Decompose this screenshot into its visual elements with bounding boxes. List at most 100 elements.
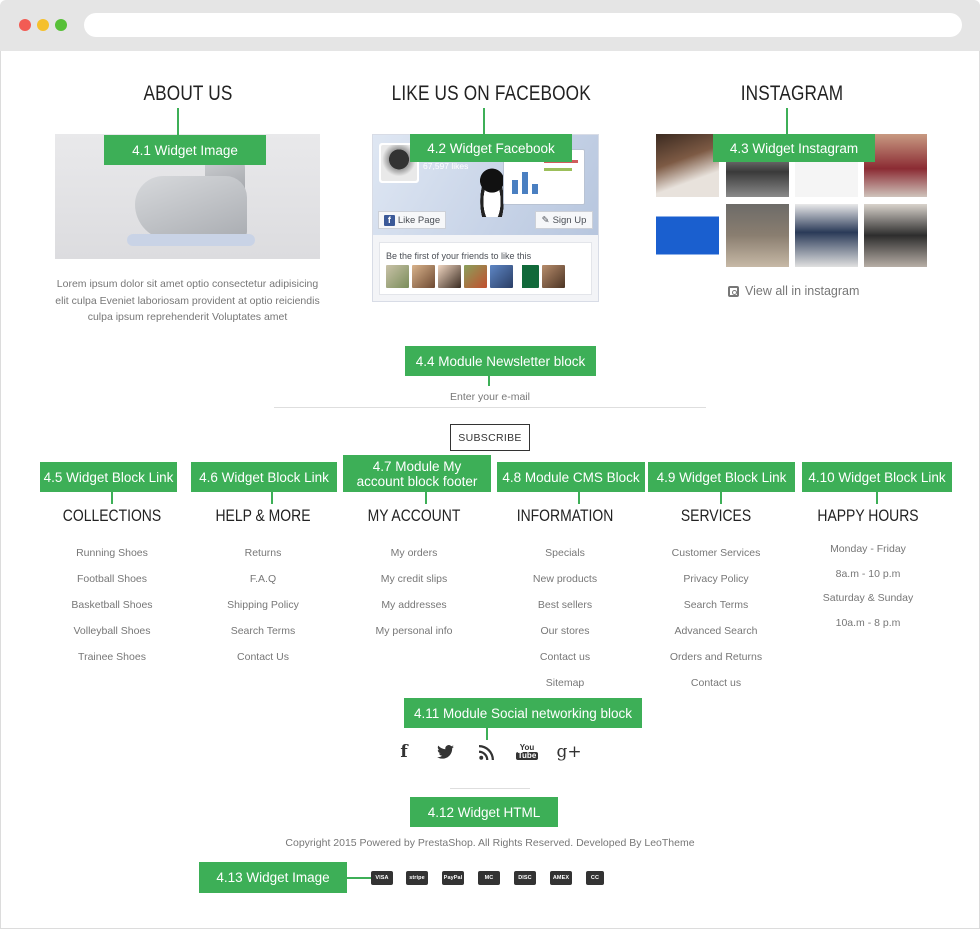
friend-avatar[interactable] [438, 265, 461, 288]
annotation-tag-4-2: 4.2 Widget Facebook [410, 134, 572, 162]
maximize-window-button[interactable] [55, 19, 67, 31]
instagram-view-all-label: View all in instagram [745, 284, 860, 298]
facebook-signup-button[interactable]: ✎ Sign Up [535, 211, 593, 229]
footer-link[interactable]: Search Terms [187, 618, 339, 644]
footer-column-my-account: MY ACCOUNT My orders My credit slips My … [338, 506, 490, 644]
annotation-connector [177, 108, 179, 136]
discover-icon: DISC [514, 871, 536, 885]
friend-avatar[interactable] [386, 265, 409, 288]
friend-avatar[interactable] [464, 265, 487, 288]
facebook-icon[interactable]: f [394, 740, 414, 764]
annotation-tag-4-3: 4.3 Widget Instagram [713, 134, 875, 162]
annotation-connector [786, 108, 788, 135]
twitter-icon[interactable] [434, 740, 456, 764]
friend-avatar[interactable] [412, 265, 435, 288]
column-heading: COLLECTIONS [62, 506, 162, 525]
footer-link[interactable]: Search Terms [640, 592, 792, 618]
column-heading: HELP & MORE [215, 506, 311, 525]
column-heading: HAPPY HOURS [817, 506, 919, 525]
facebook-friends-box: Be the first of your friends to like thi… [379, 242, 592, 295]
visa-icon: VISA [371, 871, 393, 885]
footer-link[interactable]: Our stores [489, 618, 641, 644]
footer-link[interactable]: Best sellers [489, 592, 641, 618]
instagram-photo[interactable] [656, 134, 719, 197]
hours-text: 10a.m - 8 p.m [835, 616, 901, 629]
annotation-tag-4-1: 4.1 Widget Image [104, 135, 266, 165]
footer-link[interactable]: Trainee Shoes [36, 644, 188, 670]
footer-column-happy-hours: HAPPY HOURS Monday - Friday 8a.m - 10 p.… [792, 502, 944, 635]
footer-link[interactable]: Advanced Search [640, 618, 792, 644]
instagram-heading: INSTAGRAM [740, 82, 844, 105]
instagram-photo[interactable] [795, 204, 858, 267]
footer-link[interactable]: Privacy Policy [640, 566, 792, 592]
footer-link[interactable]: My personal info [338, 618, 490, 644]
annotation-tag-4-10: 4.10 Widget Block Link [802, 462, 952, 492]
footer-link[interactable]: My orders [338, 540, 490, 566]
footer-link[interactable]: My addresses [338, 592, 490, 618]
annotation-connector [720, 492, 722, 504]
footer-link[interactable]: Running Shoes [36, 540, 188, 566]
rss-icon[interactable] [476, 740, 496, 764]
footer-link[interactable]: Basketball Shoes [36, 592, 188, 618]
annotation-connector [425, 492, 427, 504]
close-window-button[interactable] [19, 19, 31, 31]
hours-text: 8a.m - 10 p.m [835, 567, 901, 580]
friend-avatar[interactable] [516, 265, 539, 288]
facebook-signup-label: Sign Up [552, 214, 587, 226]
instagram-photo[interactable] [726, 204, 789, 267]
annotation-tag-4-11: 4.11 Module Social networking block [404, 698, 642, 728]
annotation-connector [271, 492, 273, 504]
divider [450, 788, 530, 789]
google-plus-icon[interactable]: g+ [556, 740, 581, 764]
newsletter-email-input[interactable] [274, 386, 706, 408]
instagram-photo[interactable] [656, 204, 719, 267]
footer-link[interactable]: Specials [489, 540, 641, 566]
paypal-icon: PayPal [442, 871, 464, 885]
annotation-connector [483, 108, 485, 135]
youtube-label-bottom: Tube [515, 751, 539, 760]
footer-link[interactable]: Customer Services [640, 540, 792, 566]
friend-avatar[interactable] [542, 265, 565, 288]
instagram-photo[interactable] [864, 204, 927, 267]
footer-link[interactable]: Returns [187, 540, 339, 566]
footer-link[interactable]: Sitemap [489, 670, 641, 696]
copyright-text: Copyright 2015 Powered by PrestaShop. Al… [285, 837, 695, 849]
annotation-connector [111, 492, 113, 504]
footer-link[interactable]: New products [489, 566, 641, 592]
annotation-connector [488, 376, 490, 386]
footer-link[interactable]: Contact Us [187, 644, 339, 670]
friend-avatar[interactable] [490, 265, 513, 288]
footer-link[interactable]: Contact us [489, 644, 641, 670]
facebook-likes-count: 67,597 likes [423, 161, 469, 171]
footer-link[interactable]: Volleyball Shoes [36, 618, 188, 644]
youtube-icon[interactable]: You Tube [515, 740, 539, 764]
footer-link[interactable]: Shipping Policy [187, 592, 339, 618]
about-us-heading: ABOUT US [143, 82, 233, 105]
footer-link[interactable]: Football Shoes [36, 566, 188, 592]
shoe-body [135, 176, 247, 240]
annotation-tag-4-12: 4.12 Widget HTML [410, 797, 558, 827]
diners-icon: CC [586, 871, 604, 885]
subscribe-button[interactable]: SUBSCRIBE [450, 424, 530, 451]
footer-link[interactable]: Contact us [640, 670, 792, 696]
footer-link[interactable]: My credit slips [338, 566, 490, 592]
facebook-like-page-button[interactable]: f Like Page [378, 211, 446, 229]
browser-chrome [0, 0, 980, 51]
annotation-tag-4-13: 4.13 Widget Image [199, 862, 347, 893]
column-heading: INFORMATION [516, 506, 614, 525]
hours-text: Monday - Friday [830, 543, 906, 555]
annotation-tag-4-9: 4.9 Widget Block Link [648, 462, 795, 492]
annotation-tag-4-7-line1: 4.7 Module My [372, 458, 462, 474]
instagram-view-all-link[interactable]: View all in instagram [728, 284, 859, 298]
footer-link[interactable]: Orders and Returns [640, 644, 792, 670]
address-bar[interactable] [84, 13, 962, 37]
footer-link[interactable]: F.A.Q [187, 566, 339, 592]
annotation-connector [578, 492, 580, 504]
annotation-tag-4-5: 4.5 Widget Block Link [40, 462, 177, 492]
about-us-text: Lorem ipsum dolor sit amet optio consect… [55, 278, 320, 323]
amex-icon: AMEX [550, 871, 572, 885]
minimize-window-button[interactable] [37, 19, 49, 31]
annotation-tag-4-4: 4.4 Module Newsletter block [405, 346, 596, 376]
footer-column-information: INFORMATION Specials New products Best s… [489, 506, 641, 696]
annotation-tag-4-7: 4.7 Module My account block footer [343, 455, 491, 492]
